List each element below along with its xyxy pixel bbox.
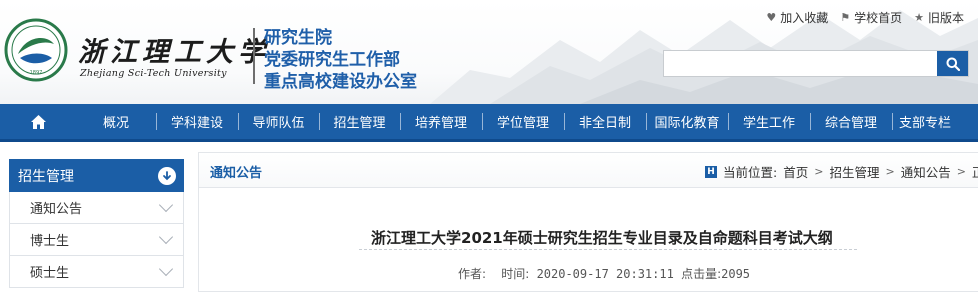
nav-item-part-time[interactable]: 非全日制 — [564, 104, 646, 139]
dept-line-1: 研究生院 — [264, 28, 332, 48]
nav-item-overview[interactable]: 概况 — [76, 104, 156, 139]
breadcrumb-prefix: 当前位置: — [723, 165, 778, 180]
breadcrumb-admissions[interactable]: 招生管理 — [829, 162, 879, 181]
breadcrumb-separator-icon: > — [814, 165, 824, 178]
chevron-down-icon — [158, 197, 174, 213]
flag-icon: ⚑ — [840, 10, 851, 24]
search-input[interactable] — [664, 51, 937, 76]
content-panel: 通知公告 H 当前位置: 首页 > 招生管理 > 通知公告 > 正文 浙江理工大… — [198, 152, 978, 292]
university-logo: 1897 — [4, 18, 68, 82]
add-favorite-label: 加入收藏 — [780, 10, 829, 25]
nav-item-international[interactable]: 国际化教育 — [646, 104, 728, 139]
top-links: ♥ 加入收藏 ⚑ 学校首页 ★ 旧版本 — [766, 8, 964, 26]
breadcrumb: H 当前位置: 首页 > 招生管理 > 通知公告 > 正文 — [705, 162, 978, 181]
school-name-cn: 浙江理工大学 — [78, 37, 270, 68]
sidebar-item-doctoral[interactable]: 博士生 — [9, 224, 184, 256]
chevron-down-icon — [158, 229, 174, 245]
content-header: 通知公告 H 当前位置: 首页 > 招生管理 > 通知公告 > 正文 — [199, 153, 978, 188]
main-nav: 概况 学科建设 导师队伍 招生管理 培养管理 学位管理 非全日制 国际化教育 学… — [0, 104, 978, 142]
sidebar-title: 招生管理 — [18, 168, 74, 185]
breadcrumb-current: 正文 — [972, 162, 978, 181]
search-button[interactable] — [937, 51, 968, 76]
nav-item-student-affairs[interactable]: 学生工作 — [728, 104, 810, 139]
article-meta: 作者: 时间: 2020-09-17 20:31:11 点击量:2095 — [458, 265, 750, 282]
time-value: 2020-09-17 20:31:11 — [536, 267, 674, 281]
add-favorite-link[interactable]: ♥ 加入收藏 — [766, 9, 828, 26]
section-title: 通知公告 — [210, 166, 263, 181]
nav-item-training[interactable]: 培养管理 — [400, 104, 482, 139]
sidebar-item-label: 硕士生 — [30, 266, 70, 281]
author-label: 作者: — [458, 267, 487, 281]
nav-item-degree[interactable]: 学位管理 — [482, 104, 564, 139]
dept-line-3: 重点高校建设办公室 — [264, 72, 417, 92]
school-home-label: 学校首页 — [854, 10, 903, 25]
breadcrumb-notices[interactable]: 通知公告 — [901, 162, 951, 181]
nav-home[interactable] — [0, 104, 76, 139]
school-name-en: Zhejiang Sci-Tech University — [80, 68, 227, 79]
search-icon — [946, 57, 960, 71]
breadcrumb-home[interactable]: 首页 — [783, 162, 808, 181]
hits-value: 2095 — [721, 267, 751, 281]
header-divider — [253, 28, 255, 84]
home-icon — [30, 114, 46, 129]
nav-item-admissions[interactable]: 招生管理 — [319, 104, 400, 139]
site-header: 1897 浙江理工大学 Zhejiang Sci-Tech University… — [0, 0, 978, 104]
heart-icon: ♥ — [766, 10, 777, 24]
sidebar-item-label: 通知公告 — [30, 202, 83, 217]
school-home-link[interactable]: ⚑ 学校首页 — [840, 9, 902, 26]
star-icon: ★ — [914, 10, 924, 24]
old-version-link[interactable]: ★ 旧版本 — [914, 9, 964, 26]
nav-item-discipline[interactable]: 学科建设 — [156, 104, 238, 139]
nav-item-general-admin[interactable]: 综合管理 — [810, 104, 892, 139]
time-label: 时间: — [501, 267, 530, 281]
chevron-down-circle-icon — [158, 166, 176, 185]
location-icon: H — [705, 165, 717, 178]
sidebar-header[interactable]: 招生管理 — [9, 159, 184, 192]
svg-text:1897: 1897 — [30, 70, 43, 76]
hits-label: 点击量: — [681, 267, 722, 281]
old-version-label: 旧版本 — [927, 10, 964, 25]
nav-item-party-branch[interactable]: 支部专栏 — [892, 104, 958, 139]
nav-item-supervisors[interactable]: 导师队伍 — [238, 104, 319, 139]
dept-line-2: 党委研究生工作部 — [264, 50, 400, 70]
breadcrumb-separator-icon: > — [956, 165, 966, 178]
title-divider — [359, 249, 857, 250]
article-title: 浙江理工大学2021年硕士研究生招生专业目录及自命题科目考试大纲 — [371, 229, 833, 247]
breadcrumb-separator-icon: > — [885, 165, 895, 178]
sidebar-item-masters[interactable]: 硕士生 — [9, 256, 184, 288]
sidebar-item-label: 博士生 — [30, 234, 70, 249]
sidebar: 招生管理 通知公告 博士生 硕士生 — [9, 159, 184, 288]
chevron-down-icon — [158, 261, 174, 277]
search-box — [663, 50, 969, 77]
sidebar-item-notices[interactable]: 通知公告 — [9, 192, 184, 224]
